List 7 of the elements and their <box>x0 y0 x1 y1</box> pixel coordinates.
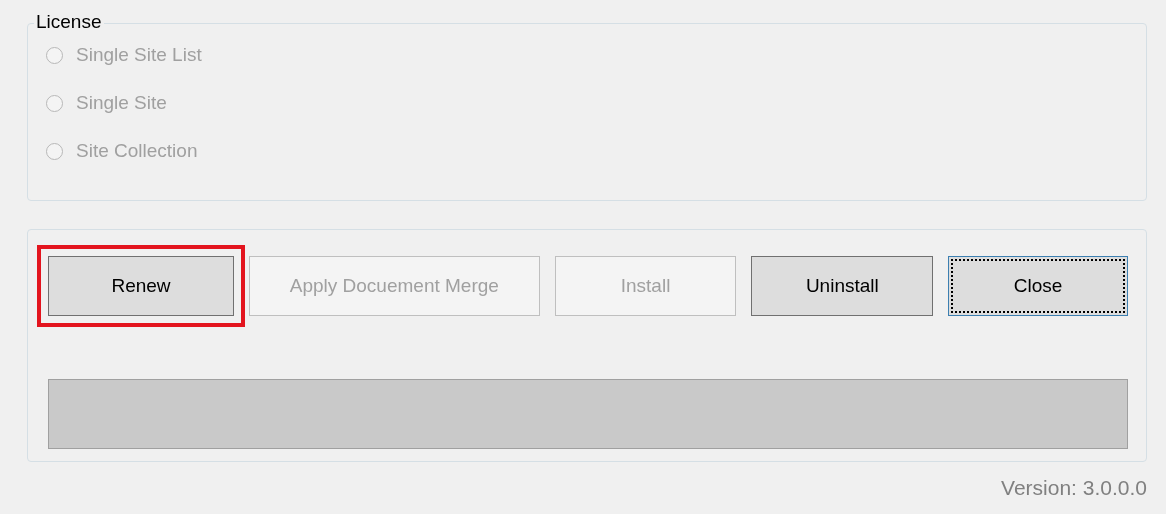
radio-label: Site Collection <box>76 140 198 162</box>
radio-label: Single Site <box>76 92 167 114</box>
version-label: Version: 3.0.0.0 <box>1000 476 1147 500</box>
action-button[interactable]: Uninstall <box>751 256 934 316</box>
radio-label: Single Site List <box>76 44 202 66</box>
action-button[interactable]: Renew <box>48 256 234 316</box>
action-button[interactable]: Close <box>948 256 1128 316</box>
